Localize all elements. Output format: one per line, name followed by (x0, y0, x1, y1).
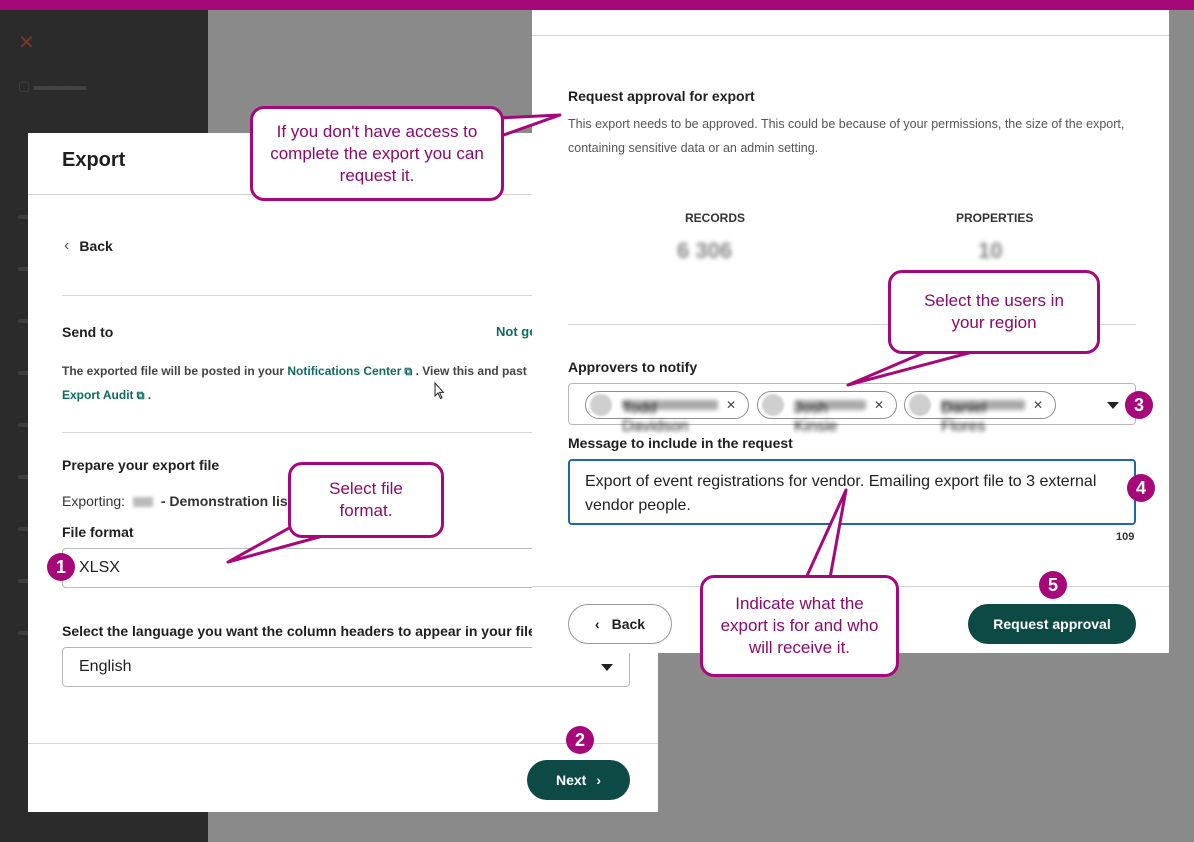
callout-select-users: Select the users in your region (888, 270, 1100, 354)
step-badge-4: 4 (1127, 474, 1155, 502)
divider (28, 743, 658, 744)
request-approval-heading: Request approval for export (568, 88, 755, 104)
file-format-label: File format (62, 524, 134, 540)
properties-value: 10 (978, 238, 1003, 263)
request-approval-button[interactable]: Request approval (968, 604, 1136, 644)
avatar (909, 394, 931, 416)
back-link[interactable]: ‹ Back (64, 237, 113, 255)
approver-name: Daniel Flores (941, 400, 1025, 435)
back-button-label: Back (611, 616, 646, 632)
mouse-cursor-icon (434, 382, 444, 400)
app-logo-icon: ✕ (18, 32, 35, 54)
callout-select-format: Select file format. (288, 462, 444, 538)
chevron-right-icon: › (596, 772, 602, 788)
approver-chip: Josh Kinsie ✕ (757, 391, 897, 435)
external-link-icon: ⧉ (136, 390, 145, 402)
export-panel-title: Export (62, 149, 126, 171)
avatar (590, 394, 612, 416)
records-value: 6 306 (677, 238, 733, 263)
file-format-value: XLSX (79, 559, 120, 576)
caret-down-icon (601, 664, 613, 671)
close-icon[interactable]: ✕ (726, 398, 736, 412)
language-value: English (79, 658, 132, 675)
step-badge-1: 1 (47, 553, 75, 581)
approvers-multiselect[interactable]: Todd Davidson ✕ Josh Kinsie ✕ Daniel Flo… (568, 383, 1136, 435)
approver-chip: Daniel Flores ✕ (904, 391, 1056, 435)
language-select[interactable]: English (62, 647, 630, 687)
callout-indicate-purpose: Indicate what the export is for and who … (700, 575, 899, 677)
notifications-center-link[interactable]: Notifications Center (287, 364, 401, 378)
next-button[interactable]: Next › (527, 760, 630, 800)
next-button-label: Next (555, 772, 587, 788)
audit-row: Export Audit ⧉ . (62, 388, 151, 403)
caret-down-icon[interactable] (1107, 402, 1119, 409)
top-accent-bar (0, 0, 1194, 10)
back-link-label: Back (79, 238, 113, 254)
approver-name: Josh Kinsie (794, 400, 866, 435)
message-textarea[interactable]: Export of event registrations for vendor… (568, 459, 1136, 525)
avatar (762, 394, 784, 416)
send-to-text-after: . View this and past (415, 364, 527, 378)
callout-request-access: If you don't have access to complete the… (250, 106, 504, 201)
sidebar-item: ▢ ▬▬▬▬ (18, 78, 86, 93)
step-badge-3: 3 (1125, 391, 1153, 419)
approvers-label: Approvers to notify (568, 359, 698, 375)
chevron-left-icon: ‹ (64, 237, 70, 254)
close-icon[interactable]: ✕ (1033, 398, 1043, 412)
message-label: Message to include in the request (568, 435, 793, 451)
exporting-label: Exporting: (62, 493, 126, 509)
step-badge-5: 5 (1039, 571, 1067, 599)
redacted-list-id (132, 497, 153, 508)
not-getting-link[interactable]: Not ge (496, 324, 536, 339)
send-to-text: The exported file will be posted in your (62, 364, 285, 378)
properties-label: PROPERTIES (956, 211, 1034, 225)
close-icon[interactable]: ✕ (874, 398, 884, 412)
external-link-icon: ⧉ (404, 366, 413, 378)
back-button[interactable]: ‹ Back (568, 604, 672, 644)
character-count: 109 (1116, 531, 1135, 543)
approver-chip: Todd Davidson ✕ (585, 391, 749, 435)
approver-name: Todd Davidson (622, 400, 718, 435)
step-badge-2: 2 (566, 726, 594, 754)
exporting-row: Exporting: - Demonstration lis (62, 493, 288, 509)
language-label: Select the language you want the column … (62, 623, 536, 639)
request-approval-description: This export needs to be approved. This c… (568, 117, 1125, 155)
chevron-left-icon: ‹ (594, 616, 600, 632)
send-to-heading: Send to (62, 324, 114, 340)
export-audit-link[interactable]: Export Audit (62, 388, 134, 402)
prepare-heading: Prepare your export file (62, 457, 220, 473)
exporting-value: - Demonstration lis (160, 493, 288, 509)
send-to-description: The exported file will be posted in your… (62, 364, 527, 379)
audit-period: . (147, 388, 152, 402)
records-label: RECORDS (685, 211, 746, 225)
request-approval-label: Request approval (993, 616, 1111, 632)
divider (532, 35, 1169, 36)
